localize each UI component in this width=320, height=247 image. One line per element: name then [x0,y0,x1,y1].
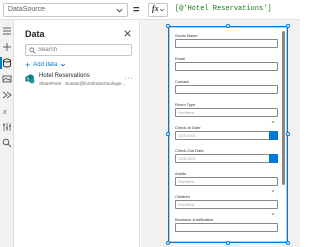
svg-text:S: S [27,77,30,82]
text-input[interactable] [175,62,278,71]
chevron-down-icon [116,8,123,13]
data-source-name: Hotel Reservations [39,73,90,79]
edit-form[interactable]: Guest Name Email Contact Room Type Find item… [169,27,287,242]
search-input[interactable] [38,45,128,55]
calendar-button[interactable] [269,154,278,169]
form-field: Children Find items [175,194,278,216]
resize-handle[interactable] [286,24,290,28]
fx-icon: fx [152,4,159,13]
form-field: Room Type Find items [175,102,278,124]
resize-handle[interactable] [286,132,290,136]
resize-handle[interactable] [166,241,170,245]
text-input[interactable] [175,39,278,48]
form-scrollbar[interactable] [282,31,285,185]
media-icon[interactable] [2,74,12,84]
chevron-down-icon [271,203,275,216]
data-panel: Data + Add data S Hotel Reservations Sha… [15,20,140,247]
formula-bar: DataSource = fx [@'Hotel Reservations'] [0,0,300,20]
plus-icon: + [25,59,31,70]
add-data-button[interactable]: + Add data [25,60,66,70]
field-placeholder: 12/31/2001 [178,134,196,138]
resize-handle[interactable] [166,24,170,28]
form-field: Email [175,56,278,71]
resize-handle[interactable] [166,132,170,136]
search-box[interactable] [25,44,132,56]
canvas: Guest Name Email Contact Room Type Find item… [141,20,300,247]
property-name: DataSource [8,6,45,13]
power-automate-icon[interactable] [2,90,12,100]
field-placeholder: 12/31/2001 [178,157,196,161]
equals-sign: = [133,4,140,16]
close-icon[interactable] [124,30,131,37]
dropdown-field[interactable]: Find items [175,108,278,124]
dropdown-field[interactable]: Find items [175,200,278,216]
add-data-label: Add data [33,62,58,68]
form-field: Check-Out Date 12/31/2001 [175,148,278,169]
form-field: Business Justification [175,217,278,232]
settings-icon[interactable] [2,122,12,132]
search-icon [29,47,36,54]
field-placeholder: Find items [178,180,195,184]
resize-handle[interactable] [286,241,290,245]
chevron-down-icon [271,111,275,124]
text-input[interactable] [175,223,278,232]
date-picker[interactable]: 12/31/2001 [175,131,278,146]
search-icon[interactable] [2,138,12,148]
form-field: Contact [175,79,278,94]
property-dropdown[interactable]: DataSource [3,3,128,17]
left-rail: x [0,20,14,247]
resize-handle[interactable] [226,24,230,28]
chevron-down-icon [271,180,275,193]
data-source-subtitle: SharePoint · Sonam@formfortechnologiesl.… [39,81,127,86]
dropdown-field[interactable]: Find items [175,177,278,193]
form-field: Adults Find items [175,171,278,193]
svg-text:x: x [2,107,7,116]
text-input[interactable] [175,85,278,94]
panel-title: Data [25,29,45,39]
calendar-button[interactable] [269,131,278,146]
calendar-icon [271,156,276,169]
more-options-icon[interactable]: ··· [125,75,134,82]
formula-input[interactable]: [@'Hotel Reservations'] [175,5,272,13]
tree-view-icon[interactable] [2,26,12,36]
field-placeholder: Find items [178,203,195,207]
fx-button[interactable]: fx [148,3,168,17]
calendar-icon [271,133,276,146]
sharepoint-icon: S [25,74,35,84]
data-icon[interactable] [2,58,12,68]
field-placeholder: Find items [178,111,195,115]
insert-icon[interactable] [2,42,12,52]
resize-handle[interactable] [226,241,230,245]
data-source-item[interactable]: S Hotel Reservations SharePoint · Sonam@… [23,72,135,88]
form-field: Guest Name [175,33,278,48]
chevron-down-icon [61,63,66,67]
date-picker[interactable]: 12/31/2001 [175,154,278,169]
form-field: Check-In Date 12/31/2001 [175,125,278,146]
chevron-down-icon [159,8,165,12]
variables-icon[interactable]: x [2,106,12,116]
